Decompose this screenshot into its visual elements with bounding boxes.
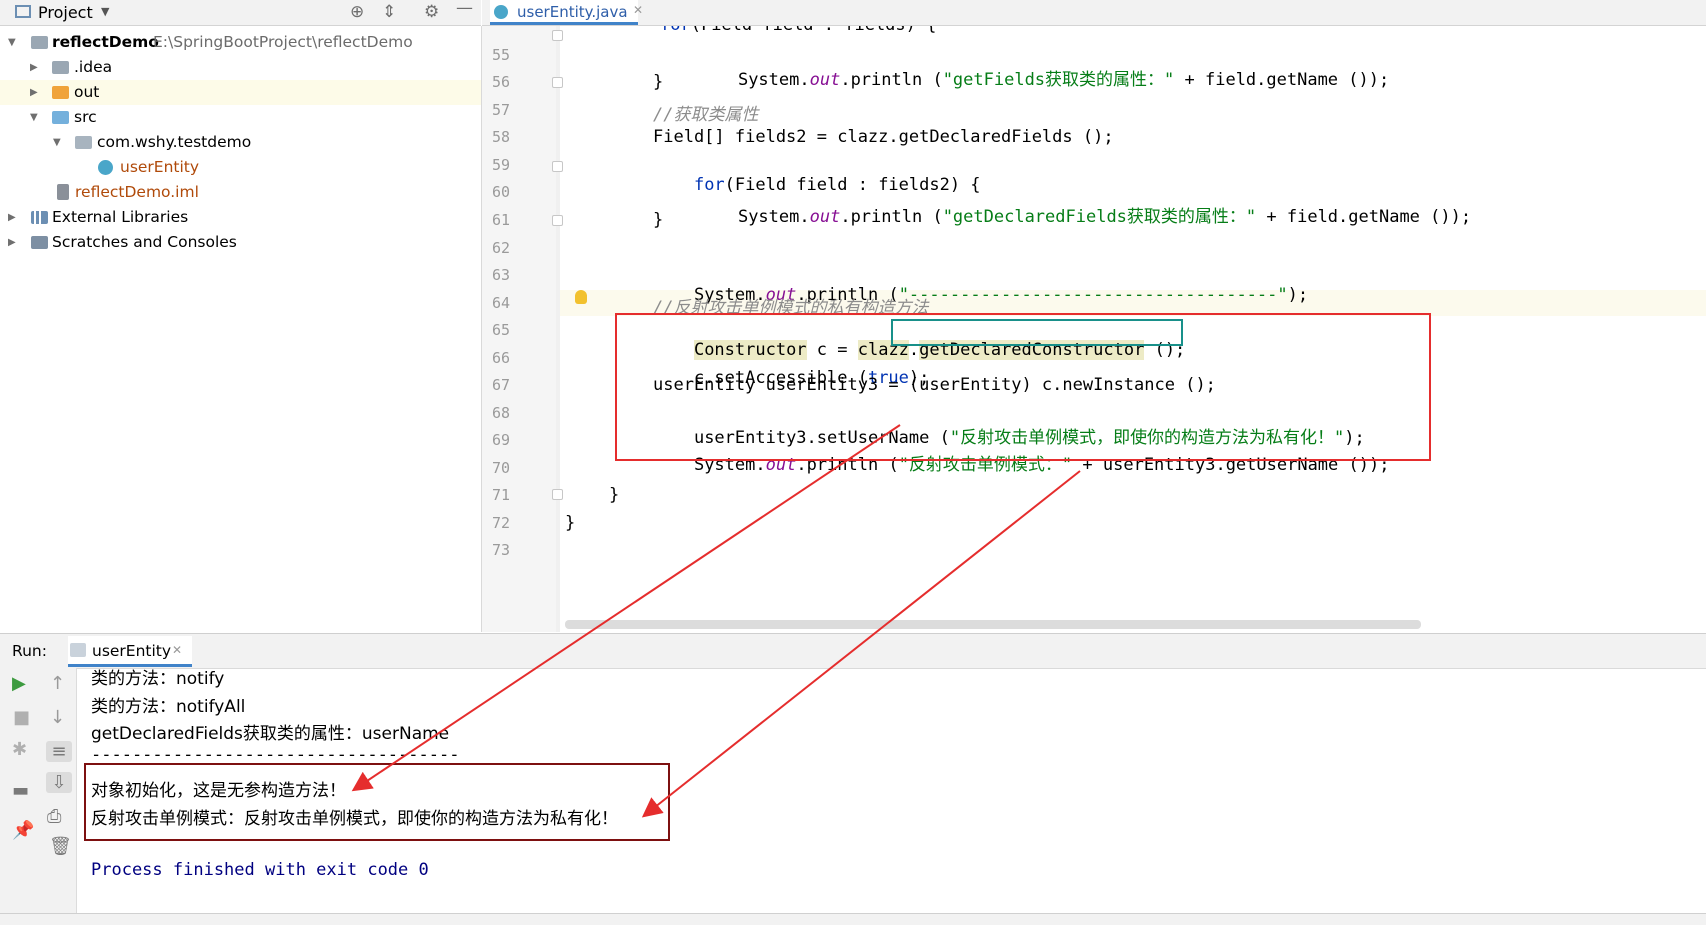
annotation-arrows — [351, 424, 1081, 818]
arrow-to-output-line-2 — [641, 470, 1081, 818]
arrow-to-output-line-1 — [351, 424, 901, 792]
